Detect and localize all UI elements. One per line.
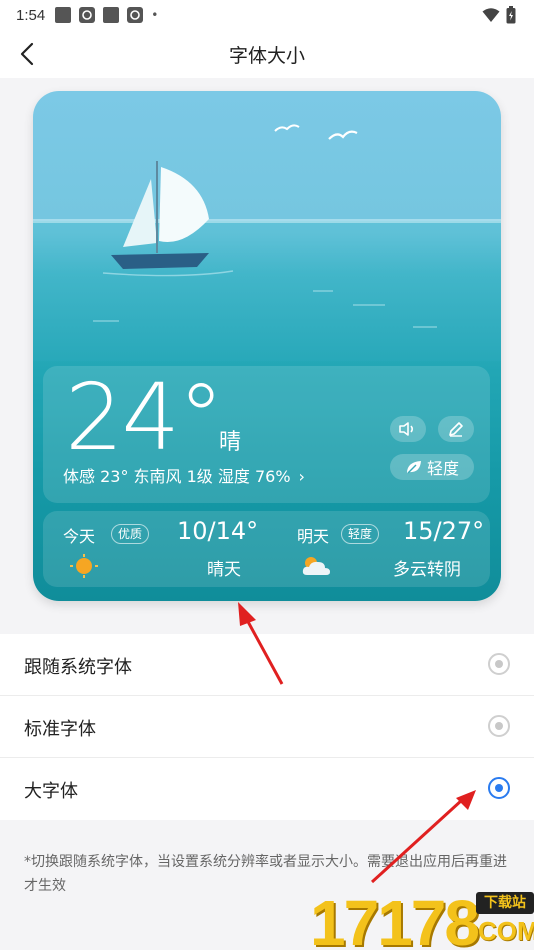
forecast-description: 多云转阴 (393, 560, 461, 580)
site-watermark-logo: 17178 下载站 COM (310, 887, 534, 950)
sailboat-scene-illustration (33, 124, 501, 361)
radio-button[interactable] (488, 715, 510, 737)
option-follow-system-font[interactable]: 跟随系统字体 (0, 634, 534, 696)
edit-button[interactable] (438, 416, 474, 442)
option-label: 大字体 (24, 781, 78, 802)
watermark-tag: 下载站 (476, 892, 534, 914)
speaker-button[interactable] (390, 416, 426, 442)
radio-button[interactable] (488, 653, 510, 675)
watermark-number: 17178 (310, 887, 480, 950)
forecast-today[interactable]: 今天 优质 10/14° 晴天 (43, 511, 258, 587)
status-time: 1:54 (16, 6, 46, 24)
notification-icon (79, 7, 96, 23)
font-preview-area: 24° 晴 体感 23° 东南风 1级 湿度 76% › 轻度 今天 优质 10/… (0, 78, 534, 618)
notification-icon (127, 7, 144, 23)
page-title: 字体大小 (228, 45, 305, 67)
pencil-icon (449, 422, 463, 437)
forecast-aqi-badge: 轻度 (341, 524, 380, 544)
forecast-panel: 今天 优质 10/14° 晴天 明天 轻度 15/27° 多云转阴 (43, 511, 490, 587)
weather-details-text: 体感 23° 东南风 1级 湿度 76% (63, 467, 291, 486)
leaf-icon (406, 461, 421, 474)
font-size-options: 跟随系统字体 标准字体 大字体 (0, 634, 534, 820)
current-condition: 晴 (219, 430, 242, 455)
forecast-day-label: 今天 (63, 527, 96, 546)
forecast-tomorrow[interactable]: 明天 轻度 15/27° 多云转阴 (265, 511, 484, 587)
air-quality-label: 轻度 (426, 459, 459, 478)
chevron-right-icon: › (298, 467, 305, 486)
weather-details[interactable]: 体感 23° 东南风 1级 湿度 76% › (63, 463, 305, 487)
app-header: 字体大小 (0, 30, 534, 78)
speaker-icon (399, 422, 414, 436)
forecast-day-label: 明天 (297, 527, 330, 546)
watermark-suffix: COM (478, 916, 534, 946)
forecast-temp-range: 10/14° (177, 517, 259, 545)
status-dot: • (151, 8, 159, 22)
option-label: 跟随系统字体 (24, 657, 132, 678)
radio-button-selected[interactable] (488, 777, 510, 799)
wifi-icon (482, 8, 500, 22)
air-quality-button[interactable]: 轻度 (390, 454, 474, 480)
cloudy-icon (302, 557, 330, 575)
battery-icon (506, 6, 516, 24)
current-weather-panel: 24° 晴 体感 23° 东南风 1级 湿度 76% › 轻度 (43, 366, 490, 503)
notification-icon (55, 7, 72, 23)
current-temperature: 24° (65, 364, 224, 471)
option-large-font[interactable]: 大字体 (0, 758, 534, 820)
option-standard-font[interactable]: 标准字体 (0, 696, 534, 758)
sun-icon (70, 554, 98, 578)
weather-preview-card: 24° 晴 体感 23° 东南风 1级 湿度 76% › 轻度 今天 优质 10/… (33, 91, 501, 601)
forecast-temp-range: 15/27° (403, 517, 485, 545)
forecast-aqi-badge: 优质 (111, 524, 150, 544)
status-bar: 1:54 • (0, 0, 534, 30)
forecast-description: 晴天 (207, 560, 241, 580)
option-label: 标准字体 (24, 719, 96, 740)
notification-icon (103, 7, 120, 23)
